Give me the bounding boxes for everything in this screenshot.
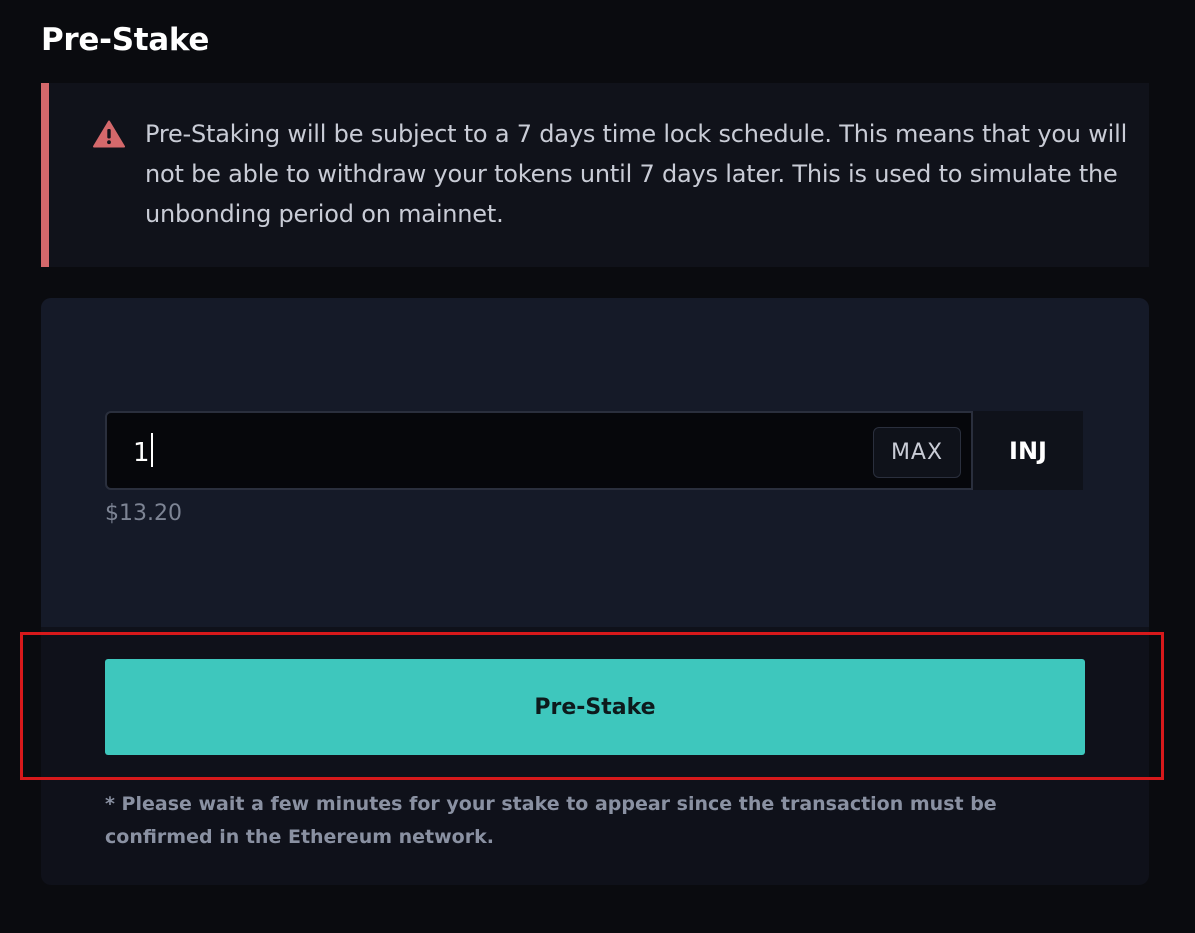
amount-input-value: 1 (133, 433, 153, 468)
text-caret (150, 433, 153, 467)
warning-text: Pre-Staking will be subject to a 7 days … (145, 120, 1128, 228)
amount-input[interactable]: 1 MAX (105, 411, 973, 490)
warning-banner: Pre-Staking will be subject to a 7 days … (41, 83, 1149, 267)
amount-input-group: 1 MAX INJ (105, 411, 1083, 490)
pre-stake-page: Pre-Stake Pre-Staking will be subject to… (0, 0, 1195, 933)
stake-input-section: 1 MAX INJ $13.20 (41, 298, 1149, 627)
pre-stake-button[interactable]: Pre-Stake (105, 659, 1085, 755)
token-symbol: INJ (973, 411, 1083, 490)
confirmation-note: * Please wait a few minutes for your sta… (105, 793, 997, 848)
max-button[interactable]: MAX (873, 427, 961, 478)
stake-card: 1 MAX INJ $13.20 Pre-Stake * Please wait… (41, 298, 1149, 885)
page-title: Pre-Stake (41, 22, 210, 58)
usd-value: $13.20 (105, 501, 182, 526)
warning-triangle-icon (93, 120, 125, 148)
